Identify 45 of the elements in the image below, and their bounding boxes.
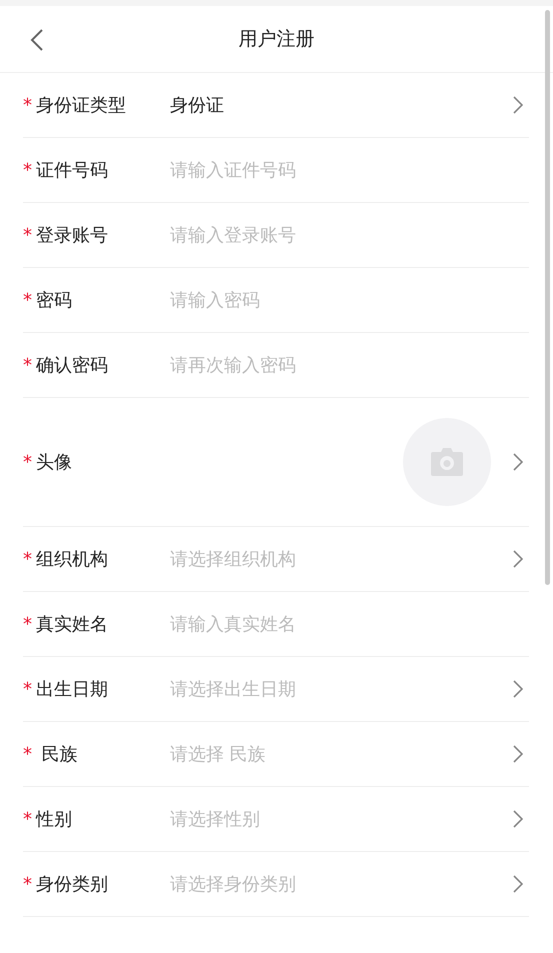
input-field[interactable]: 请输入密码 [170,290,529,310]
required-mark: * [23,678,33,700]
select-placeholder[interactable]: 请选择出生日期 [170,677,513,701]
required-mark: * [23,94,33,116]
required-mark: * [23,160,33,180]
select-value[interactable]: 身份证 [170,93,513,117]
field-label: 确认密码 [36,354,109,377]
select-placeholder[interactable]: 请选择身份类别 [170,872,513,896]
input-field[interactable]: 请输入登录账号 [170,224,529,246]
required-mark: * [23,224,33,246]
chevron-right-icon [513,453,523,471]
chevron-right-icon [513,550,523,568]
required-mark: * [23,290,33,310]
input-field[interactable]: 请再次输入密码 [170,354,529,376]
field-label: 性别 [36,808,73,831]
select-placeholder[interactable]: 请选择组织机构 [170,547,513,571]
field-label: 民族 [40,743,79,766]
scrollbar[interactable] [545,10,550,585]
chevron-right-icon [513,680,523,698]
chevron-right-icon [513,810,523,828]
required-mark: * [23,452,33,472]
chevron-right-icon [513,745,523,763]
required-mark: * [23,614,33,634]
required-mark: * [23,354,33,376]
back-icon[interactable] [30,28,44,52]
field-label: 登录账号 [36,224,109,247]
select-placeholder[interactable]: 请选择 民族 [170,742,513,766]
field-label: 头像 [36,451,73,474]
chevron-right-icon [513,875,523,893]
field-label: 组织机构 [36,548,109,571]
required-mark: * [23,874,33,894]
field-label: 身份类别 [36,873,109,896]
field-label: 真实姓名 [36,613,109,636]
field-label: 出生日期 [36,678,109,701]
required-mark: * [23,744,33,764]
select-placeholder[interactable]: 请选择性别 [170,807,513,831]
input-field[interactable]: 请输入证件号码 [170,160,529,180]
field-label: 密码 [36,289,73,312]
field-label: 身份证类型 [36,94,127,117]
required-mark: * [23,808,33,830]
page-title: 用户注册 [238,27,314,52]
field-label: 证件号码 [36,159,109,182]
chevron-right-icon [513,96,523,114]
required-mark: * [23,548,33,570]
input-field[interactable]: 请输入真实姓名 [170,614,529,634]
